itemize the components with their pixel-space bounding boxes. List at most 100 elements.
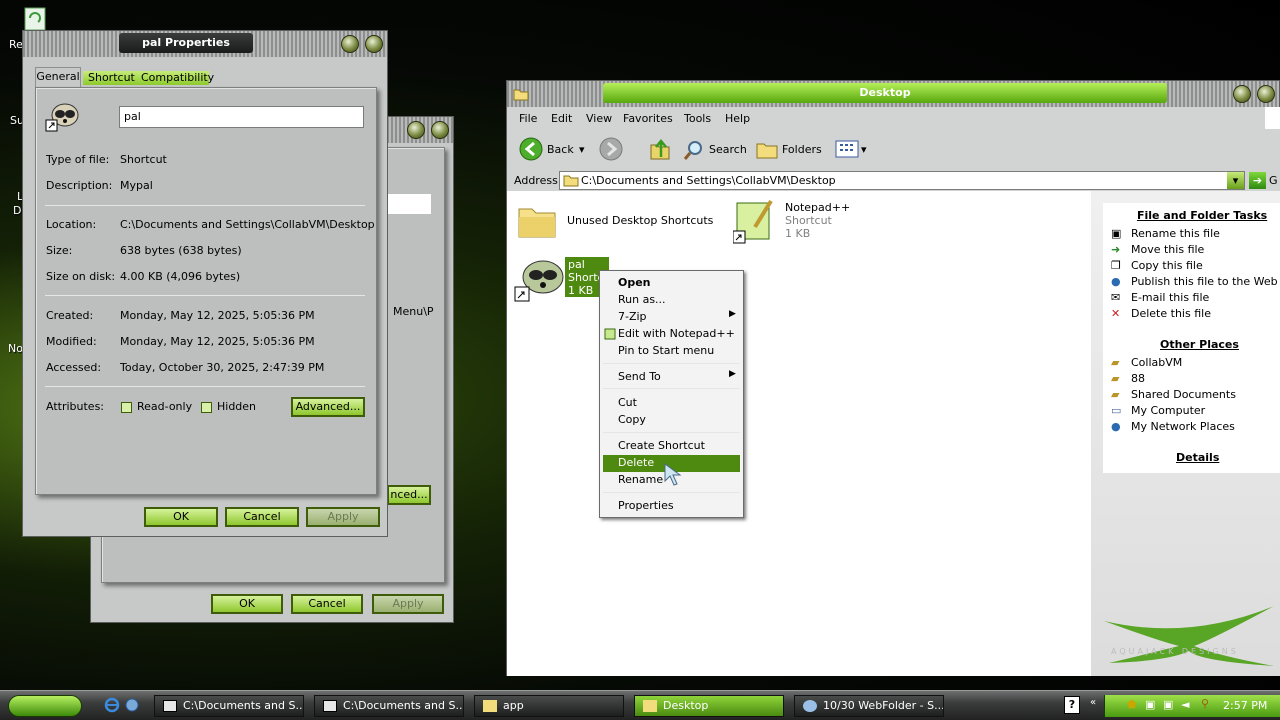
cancel-button[interactable]: Cancel [225,507,299,527]
menu-tools[interactable]: Tools [684,112,711,125]
file-folder-tasks-title[interactable]: File and Folder Tasks [1137,209,1267,222]
file-name[interactable]: Unused Desktop Shortcuts [567,214,713,227]
ctx-7zip[interactable]: 7-Zip [618,310,647,323]
close-icon[interactable] [431,121,449,139]
internet-explorer-icon[interactable] [104,697,120,713]
divider [603,388,740,389]
desktop-icon-label[interactable]: Re [9,38,23,51]
maximize-icon[interactable] [1257,85,1275,103]
task-copy[interactable]: Copy this file [1131,259,1203,272]
search-icon[interactable]: ⚲ [1201,697,1209,710]
taskbar-button-7zip-1[interactable]: C:\Documents and S... [154,695,304,717]
file-name[interactable]: Notepad++ [785,201,850,214]
menu-help[interactable]: Help [725,112,750,125]
background-apply-button[interactable]: Apply [372,594,444,614]
folders-button[interactable]: Folders [782,143,822,156]
ctx-open[interactable]: Open [618,276,651,289]
background-text-field[interactable] [387,194,431,214]
tab-compatibility[interactable]: Compatibility [141,71,214,84]
tray-expand-icon[interactable]: « [1090,697,1096,708]
address-dropdown-icon[interactable]: ▾ [1227,172,1244,189]
explorer-titlebar[interactable]: Desktop [507,81,1279,107]
go-label[interactable]: G [1269,174,1278,187]
tray-icon[interactable]: ▣ [1145,698,1155,711]
ctx-edit-notepad[interactable]: Edit with Notepad++ [618,327,735,340]
menu-edit[interactable]: Edit [551,112,572,125]
search-icon[interactable] [683,139,705,161]
tab-shortcut[interactable]: Shortcut [88,71,135,84]
task-publish[interactable]: Publish this file to the Web [1131,275,1278,288]
task-email[interactable]: E-mail this file [1131,291,1209,304]
details-title[interactable]: Details [1176,451,1219,464]
notepad-plus-plus-icon[interactable] [733,199,779,245]
ctx-run-as[interactable]: Run as... [618,293,666,306]
pal-raccoon-icon[interactable] [513,255,565,303]
ctx-create-shortcut[interactable]: Create Shortcut [618,439,705,452]
task-rename[interactable]: Rename this file [1131,227,1220,240]
back-dropdown-icon[interactable]: ▾ [579,143,585,156]
ctx-copy[interactable]: Copy [618,413,646,426]
tray-icon[interactable]: ▣ [1163,698,1173,711]
properties-dialog[interactable]: pal Properties General Shortcut Compatib… [22,30,388,537]
task-move[interactable]: Move this file [1131,243,1204,256]
taskbar-button-webfolder[interactable]: 10/30 WebFolder - S... [794,695,944,717]
place-my-computer[interactable]: My Computer [1131,404,1205,417]
ok-button[interactable]: OK [144,507,218,527]
clock[interactable]: 2:57 PM [1223,699,1267,712]
address-field[interactable]: C:\Documents and Settings\CollabVM\Deskt… [559,171,1245,190]
go-arrow-icon[interactable]: ➔ [1249,172,1266,189]
desktop-icon-label[interactable]: No [8,342,23,355]
forward-arrow-icon[interactable] [599,137,623,161]
close-icon[interactable] [365,35,383,53]
views-dropdown-icon[interactable]: ▾ [861,143,867,156]
hidden-checkbox[interactable] [201,402,212,413]
ctx-properties[interactable]: Properties [618,499,674,512]
task-delete[interactable]: Delete this file [1131,307,1211,320]
readonly-checkbox[interactable] [121,402,132,413]
minimize-icon[interactable] [1233,85,1251,103]
volume-icon[interactable]: ◄ [1181,698,1189,711]
recycle-bin-icon[interactable] [20,4,50,32]
tab-general[interactable]: General [35,67,81,87]
taskbar-button-desktop[interactable]: Desktop [634,695,784,717]
name-field[interactable]: pal [119,106,364,128]
ctx-cut[interactable]: Cut [618,396,637,409]
apply-button[interactable]: Apply [306,507,380,527]
menu-file[interactable]: File [519,112,537,125]
properties-titlebar[interactable]: pal Properties [23,31,387,57]
ctx-rename[interactable]: Rename [618,473,663,486]
help-icon[interactable] [341,35,359,53]
menu-favorites[interactable]: Favorites [623,112,673,125]
shield-icon[interactable]: ⬟ [1127,698,1137,711]
up-folder-icon[interactable] [649,137,671,161]
ctx-delete[interactable]: Delete [618,456,654,469]
back-arrow-icon[interactable] [519,137,543,161]
show-desktop-icon[interactable] [124,697,140,713]
folder-icon[interactable] [517,203,557,239]
back-button[interactable]: Back [547,143,574,156]
go-button[interactable]: ➔ G [1249,171,1280,190]
ctx-send-to[interactable]: Send To [618,370,661,383]
ctx-pin-start[interactable]: Pin to Start menu [618,344,714,357]
place-collabvm[interactable]: CollabVM [1131,356,1182,369]
views-icon[interactable] [835,139,859,159]
help-icon[interactable] [407,121,425,139]
folders-icon[interactable] [756,139,778,159]
background-cancel-button[interactable]: Cancel [291,594,363,614]
background-advanced-button[interactable]: nced... [387,485,431,505]
help-icon[interactable]: ? [1064,696,1080,714]
start-button[interactable] [8,695,82,717]
taskbar-button-app[interactable]: app [474,695,624,717]
place-my-network[interactable]: My Network Places [1131,420,1235,433]
hidden-label[interactable]: Hidden [217,400,256,413]
other-places-title[interactable]: Other Places [1160,338,1239,351]
advanced-button[interactable]: Advanced... [291,397,365,417]
taskbar-button-7zip-2[interactable]: C:\Documents and S... [314,695,464,717]
place-88[interactable]: 88 [1131,372,1145,385]
menu-view[interactable]: View [586,112,612,125]
place-shared-documents[interactable]: Shared Documents [1131,388,1236,401]
readonly-label[interactable]: Read-only [137,400,192,413]
search-button[interactable]: Search [709,143,747,156]
background-ok-button[interactable]: OK [211,594,283,614]
file-name[interactable]: pal [568,258,585,271]
